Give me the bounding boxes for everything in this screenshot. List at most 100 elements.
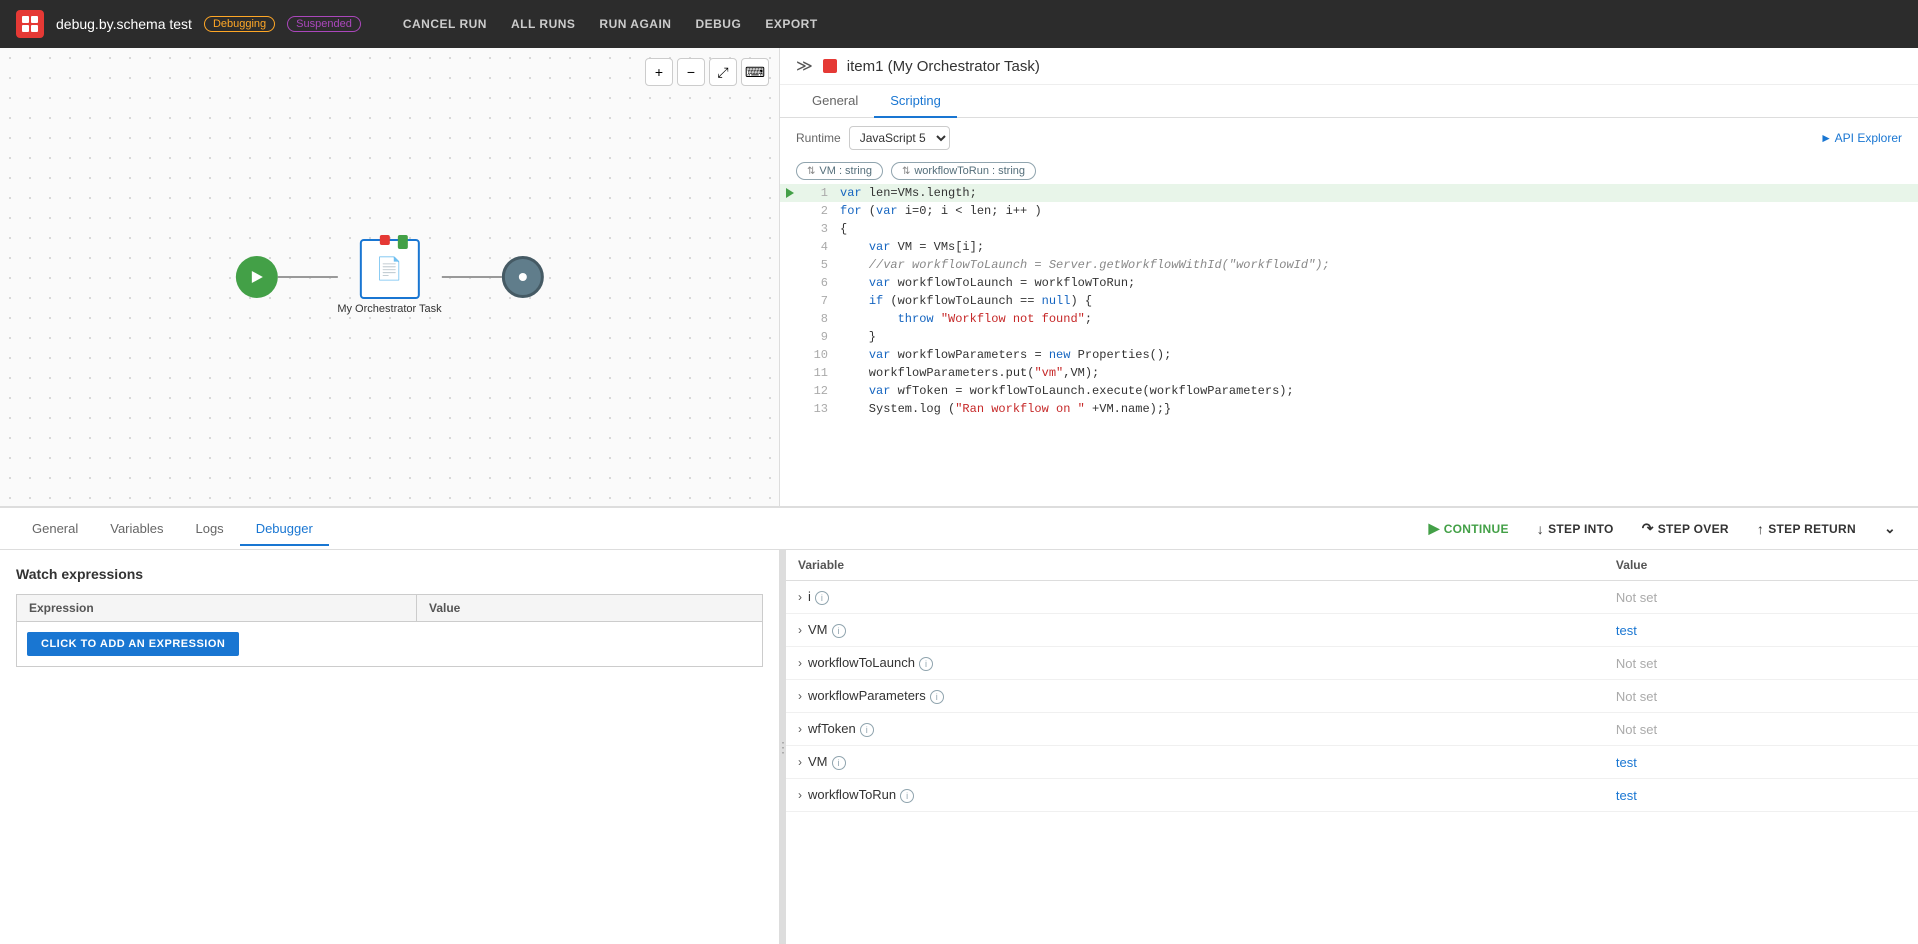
expand-button[interactable]: ›	[798, 722, 802, 736]
debug-tabs: General Variables Logs Debugger ▶ CONTIN…	[0, 508, 1918, 550]
tab-general[interactable]: General	[796, 85, 874, 118]
code-line-12: 12 var wfToken = workflowToLaunch.execut…	[780, 382, 1918, 400]
more-actions-button[interactable]: ⌄	[1878, 516, 1902, 541]
info-icon[interactable]: i	[930, 690, 944, 704]
suspended-badge: Suspended	[287, 16, 361, 32]
variable-name: workflowParameters	[808, 688, 926, 703]
info-icon[interactable]: i	[860, 723, 874, 737]
dtab-debugger[interactable]: Debugger	[240, 513, 329, 546]
var-value-cell: Not set	[1604, 713, 1918, 746]
variable-name: workflowToLaunch	[808, 655, 915, 670]
expand-button[interactable]: ›	[798, 656, 802, 670]
code-line-6: 6 var workflowToLaunch = workflowToRun;	[780, 274, 1918, 292]
var-name-cell: › workflowParameters i	[786, 680, 1604, 713]
var-value-cell: test	[1604, 779, 1918, 812]
debug-button[interactable]: DEBUG	[685, 11, 751, 37]
zoom-in-button[interactable]: +	[645, 58, 673, 86]
var-col-variable: Variable	[786, 550, 1604, 581]
task-badge-red	[379, 235, 389, 245]
add-expression-button[interactable]: CLICK TO ADD AN EXPRESSION	[27, 632, 239, 656]
code-editor[interactable]: 1 var len=VMs.length; 2 for (var i=0; i …	[780, 184, 1918, 506]
step-into-button[interactable]: ↓ STEP INTO	[1531, 517, 1620, 541]
info-icon[interactable]: i	[832, 756, 846, 770]
param-vm[interactable]: ⇅ VM : string	[796, 162, 883, 180]
connector-1	[277, 276, 337, 278]
app-logo	[16, 10, 44, 38]
expand-button[interactable]: ›	[798, 788, 802, 802]
var-value-cell: test	[1604, 746, 1918, 779]
task-icon: 📄	[376, 256, 403, 282]
table-row: › workflowToRun i test	[786, 779, 1918, 812]
var-name-cell: › ii	[786, 581, 1604, 614]
panel-tabs: General Scripting	[780, 85, 1918, 118]
tab-scripting[interactable]: Scripting	[874, 85, 957, 118]
table-row: ›workflowToLaunchiNot set	[786, 647, 1918, 680]
expand-button[interactable]: ›	[798, 590, 802, 604]
workflow-start-node[interactable]	[235, 256, 277, 298]
api-explorer-arrow: ►	[1820, 131, 1835, 145]
workflow-end-node[interactable]	[502, 256, 544, 298]
workflow-task-node[interactable]: 📄 My Orchestrator Task	[337, 239, 441, 315]
watch-title: Watch expressions	[16, 566, 763, 582]
variables-tbody: ›iiNot set›VMitest›workflowToLaunchiNot …	[786, 581, 1918, 812]
header: debug.by.schema test Debugging Suspended…	[0, 0, 1918, 48]
continue-button[interactable]: ▶ CONTINUE	[1423, 516, 1515, 541]
code-line-4: 4 var VM = VMs[i];	[780, 238, 1918, 256]
info-icon[interactable]: i	[900, 789, 914, 803]
var-name-cell: › workflowToLaunch i	[786, 647, 1604, 680]
step-return-button[interactable]: ↑ STEP RETURN	[1751, 517, 1862, 541]
table-row: › workflowParameters i Not set	[786, 680, 1918, 713]
app-title: debug.by.schema test	[56, 16, 192, 32]
var-value-cell: Not set	[1604, 680, 1918, 713]
variable-name: wfToken	[808, 721, 856, 736]
fit-button[interactable]: ⤢	[709, 58, 737, 86]
bottom-content: Watch expressions Expression Value CLICK…	[0, 550, 1918, 944]
variable-name: workflowToRun	[808, 787, 896, 802]
main-content: + − ⤢ ⌨ 📄 My Orchestrato	[0, 48, 1918, 944]
var-col-value: Value	[1604, 550, 1918, 581]
runtime-select[interactable]: JavaScript 5	[849, 126, 950, 150]
expand-button[interactable]: ›	[798, 623, 802, 637]
var-value-cell: Not set	[1604, 581, 1918, 614]
item-indicator	[823, 59, 837, 73]
export-button[interactable]: EXPORT	[755, 11, 827, 37]
table-row: › wfToken i Not set	[786, 713, 1918, 746]
code-line-11: 11 workflowParameters.put("vm",VM);	[780, 364, 1918, 382]
param-workflowToRun[interactable]: ⇅ workflowToRun : string	[891, 162, 1036, 180]
param-icon-vm: ⇅	[807, 166, 815, 177]
expand-button[interactable]: ›	[798, 689, 802, 703]
more-icon: ⌄	[1884, 520, 1896, 537]
variable-name: i	[808, 589, 811, 604]
variables-table: Variable Value ›iiNot set›VMitest›workfl…	[786, 550, 1918, 812]
variables-panel: Variable Value ›iiNot set›VMitest›workfl…	[786, 550, 1918, 944]
code-line-3: 3 {	[780, 220, 1918, 238]
run-again-button[interactable]: RUN AGAIN	[589, 11, 681, 37]
info-icon[interactable]: i	[919, 657, 933, 671]
step-return-icon: ↑	[1757, 521, 1764, 537]
all-runs-button[interactable]: ALL RUNS	[501, 11, 585, 37]
api-explorer-link[interactable]: ► API Explorer	[1820, 131, 1902, 145]
keyboard-button[interactable]: ⌨	[741, 58, 769, 86]
code-line-5: 5 //var workflowToLaunch = Server.getWor…	[780, 256, 1918, 274]
info-icon[interactable]: i	[832, 624, 846, 638]
step-into-icon: ↓	[1537, 521, 1544, 537]
dtab-logs[interactable]: Logs	[179, 513, 239, 546]
info-icon[interactable]: i	[815, 591, 829, 605]
panel-collapse-button[interactable]: ≫	[796, 56, 813, 76]
zoom-out-button[interactable]: −	[677, 58, 705, 86]
table-row: ›VMitest	[786, 614, 1918, 647]
expand-button[interactable]: ›	[798, 755, 802, 769]
watch-panel: Watch expressions Expression Value CLICK…	[0, 550, 780, 944]
cancel-run-button[interactable]: CANCEL RUN	[393, 11, 497, 37]
code-line-8: 8 throw "Workflow not found";	[780, 310, 1918, 328]
table-row: ›VMitest	[786, 746, 1918, 779]
panel-item-title: item1 (My Orchestrator Task)	[847, 58, 1040, 75]
step-over-button[interactable]: ↷ STEP OVER	[1636, 516, 1735, 541]
bottom-section: General Variables Logs Debugger ▶ CONTIN…	[0, 508, 1918, 944]
code-line-9: 9 }	[780, 328, 1918, 346]
dtab-variables[interactable]: Variables	[94, 513, 179, 546]
dtab-general[interactable]: General	[16, 513, 94, 546]
canvas-area: + − ⤢ ⌨ 📄 My Orchestrato	[0, 48, 780, 506]
panel-runtime: Runtime JavaScript 5 ► API Explorer	[780, 118, 1918, 158]
param-icon-wtr: ⇅	[902, 166, 910, 177]
